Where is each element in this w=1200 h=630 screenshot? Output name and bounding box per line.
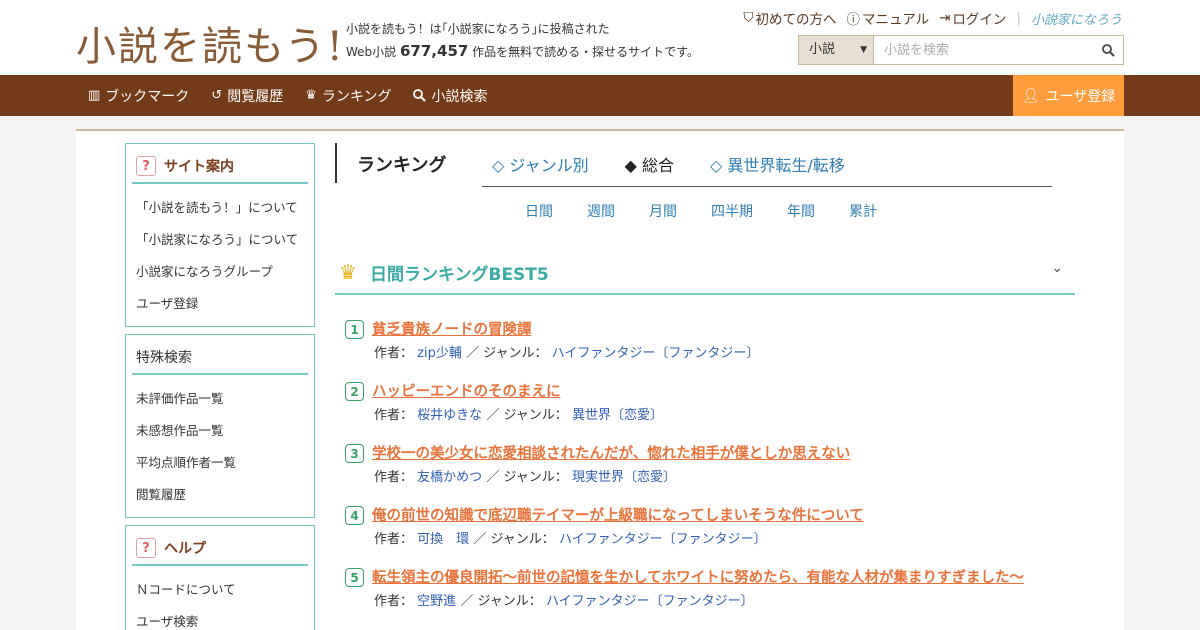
sidebar-section-title: ? サイト案内 xyxy=(132,152,308,184)
genre-link[interactable]: 現実世界〔恋愛〕 xyxy=(572,470,676,485)
author-link[interactable]: 桜井ゆきな xyxy=(417,408,482,423)
tab-divider xyxy=(482,186,1052,187)
sidebar-item[interactable]: 未評価作品一覧 xyxy=(136,383,314,415)
manual-link[interactable]: ⓘ マニュアル xyxy=(847,8,930,28)
top-links: ⛉ 初めての方へ ⓘ マニュアル ⇥ ログイン | 小説家になろう xyxy=(743,8,1122,28)
search-type-select[interactable]: 小説 ▼ xyxy=(799,36,874,64)
work-count: 677,457 xyxy=(400,42,469,60)
crown-icon: ♛ xyxy=(339,260,357,284)
sidebar-item[interactable]: 平均点順作者一覧 xyxy=(136,447,314,479)
sidebar-special-search: 特殊検索 未評価作品一覧 未感想作品一覧 平均点順作者一覧 閲覧履歴 xyxy=(125,334,315,518)
bookmark-icon: ▥ xyxy=(88,88,101,103)
tagline-line2: Web小説 677,457 作品を無料で読める・探せるサイトです。 xyxy=(346,40,699,63)
separator: | xyxy=(1016,10,1021,26)
ranking-tabs: ◇ ジャンル別 ◆ 総合 ◇ 異世界転生/転移 xyxy=(492,152,845,176)
sidebar-item[interactable]: 小説家になろうグループ xyxy=(136,256,314,288)
chevron-down-icon[interactable]: ⌄ xyxy=(1051,260,1063,276)
search-icon xyxy=(413,89,427,102)
site-logo[interactable]: 小説を読もう! xyxy=(76,14,345,72)
caret-down-icon: ▼ xyxy=(860,45,867,55)
tab-isekai[interactable]: ◇ 異世界転生/転移 xyxy=(710,152,845,176)
sidebar-item[interactable]: 未感想作品一覧 xyxy=(136,415,314,447)
site-header: 小説を読もう! 小説を読もう！は｢小説家になろう｣に投稿された Web小説 67… xyxy=(0,0,1200,75)
period-total[interactable]: 累計 xyxy=(849,201,877,221)
search-icon xyxy=(1101,43,1115,57)
author-link[interactable]: zip少輔 xyxy=(417,346,462,361)
author-link[interactable]: 可換 環 xyxy=(417,532,469,547)
rank-number: 3 xyxy=(345,444,364,463)
section-title: 日間ランキングBEST5 xyxy=(370,265,549,285)
search-box: 小説 ▼ xyxy=(798,35,1124,65)
sidebar-item[interactable]: 「小説家になろう」について xyxy=(136,224,314,256)
novel-meta: 作者： 可換 環 ／ ジャンル： ハイファンタジー〔ファンタジー〕 xyxy=(374,532,767,547)
question-circle-icon: ⓘ xyxy=(846,12,861,28)
period-yearly[interactable]: 年間 xyxy=(787,201,815,221)
tagline-prefix: Web小説 xyxy=(346,45,397,59)
sidebar-help: ? ヘルプ Ｎコードについて ユーザ検索 xyxy=(125,525,315,630)
genre-link[interactable]: ハイファンタジー〔ファンタジー〕 xyxy=(552,346,760,361)
nav-search[interactable]: 小説検索 xyxy=(413,86,487,106)
login-icon: ⇥ xyxy=(939,10,951,26)
search-input[interactable] xyxy=(874,36,1093,64)
period-monthly[interactable]: 月間 xyxy=(649,201,677,221)
novel-meta: 作者： 友橋かめつ ／ ジャンル： 現実世界〔恋愛〕 xyxy=(374,470,676,485)
period-weekly[interactable]: 週間 xyxy=(587,201,615,221)
tab-genre[interactable]: ◇ ジャンル別 xyxy=(492,152,589,176)
nav-ranking[interactable]: ♛ ランキング xyxy=(305,86,391,106)
shield-icon: ⛉ xyxy=(743,10,754,26)
author-link[interactable]: 空野進 xyxy=(417,594,456,609)
rank-number: 2 xyxy=(345,382,364,401)
register-button[interactable]: 👤︎ ユーザ登録 xyxy=(1013,75,1124,116)
rank-number: 5 xyxy=(345,568,364,587)
tagline-suffix: 作品を無料で読める・探せるサイトです。 xyxy=(472,45,699,59)
genre-link[interactable]: 異世界〔恋愛〕 xyxy=(572,408,663,423)
novel-title-link[interactable]: 学校一の美少女に恋愛相談されたんだが、惚れた相手が僕としか思えない xyxy=(372,442,850,463)
sidebar-site-guide: ? サイト案内 「小説を読もう！」について 「小説家になろう」について 小説家にな… xyxy=(125,143,315,327)
crown-icon: ♛ xyxy=(305,88,317,103)
sidebar-section-title: 特殊検索 xyxy=(132,343,308,375)
novel-title-link[interactable]: ハッピーエンドのそのまえに xyxy=(372,380,561,401)
site-tagline: 小説を読もう！は｢小説家になろう｣に投稿された Web小説 677,457 作品… xyxy=(346,18,699,63)
period-links: 日間 週間 月間 四半期 年間 累計 xyxy=(525,201,877,221)
ranking-title: ランキング xyxy=(357,155,447,176)
novel-meta: 作者： 桜井ゆきな ／ ジャンル： 異世界〔恋愛〕 xyxy=(374,408,663,423)
rank-number: 4 xyxy=(345,506,364,525)
genre-link[interactable]: ハイファンタジー〔ファンタジー〕 xyxy=(546,594,754,609)
novel-title-link[interactable]: 俺の前世の知識で底辺職テイマーが上級職になってしまいそうな件について xyxy=(372,504,864,525)
novel-title-link[interactable]: 転生領主の優良開拓～前世の記憶を生かしてホワイトに努めたら、有能な人材が集まりす… xyxy=(372,566,1024,587)
author-link[interactable]: 友橋かめつ xyxy=(417,470,482,485)
nav-bookmark[interactable]: ▥ ブックマーク xyxy=(88,86,189,106)
sidebar-item[interactable]: ユーザ検索 xyxy=(136,606,314,630)
genre-link[interactable]: ハイファンタジー〔ファンタジー〕 xyxy=(559,532,767,547)
tab-overall[interactable]: ◆ 総合 xyxy=(625,152,674,176)
nav-history[interactable]: ↺ 閲覧履歴 xyxy=(211,86,283,106)
sidebar-item[interactable]: Ｎコードについて xyxy=(136,574,314,606)
question-icon: ? xyxy=(136,156,156,176)
sidebar-item[interactable]: 閲覧履歴 xyxy=(136,479,314,511)
user-icon: 👤︎ xyxy=(1021,87,1040,104)
login-link[interactable]: ⇥ ログイン xyxy=(939,8,1006,28)
sidebar-item[interactable]: 「小説を読もう！」について xyxy=(136,192,314,224)
search-button[interactable] xyxy=(1093,36,1123,64)
narou-logo-link[interactable]: 小説家になろう xyxy=(1031,9,1122,28)
period-daily[interactable]: 日間 xyxy=(525,201,553,221)
main-nav: ▥ ブックマーク ↺ 閲覧履歴 ♛ ランキング 小説検索 👤︎ ユーザ登録 xyxy=(0,75,1200,116)
novel-meta: 作者： 空野進 ／ ジャンル： ハイファンタジー〔ファンタジー〕 xyxy=(374,594,754,609)
first-time-link[interactable]: ⛉ 初めての方へ xyxy=(743,8,836,28)
question-icon: ? xyxy=(136,538,156,558)
heading-bar xyxy=(335,143,339,183)
tagline-line1: 小説を読もう！は｢小説家になろう｣に投稿された xyxy=(346,22,610,36)
novel-meta: 作者： zip少輔 ／ ジャンル： ハイファンタジー〔ファンタジー〕 xyxy=(374,346,760,361)
history-icon: ↺ xyxy=(211,88,223,103)
sidebar-item[interactable]: ユーザ登録 xyxy=(136,288,314,320)
sidebar-section-title: ? ヘルプ xyxy=(132,534,308,566)
period-quarterly[interactable]: 四半期 xyxy=(711,201,753,221)
rank-number: 1 xyxy=(345,320,364,339)
novel-title-link[interactable]: 貧乏貴族ノードの冒険譚 xyxy=(372,318,532,339)
daily-best5-header[interactable]: ♛ 日間ランキングBEST5 ⌄ xyxy=(335,252,1075,295)
